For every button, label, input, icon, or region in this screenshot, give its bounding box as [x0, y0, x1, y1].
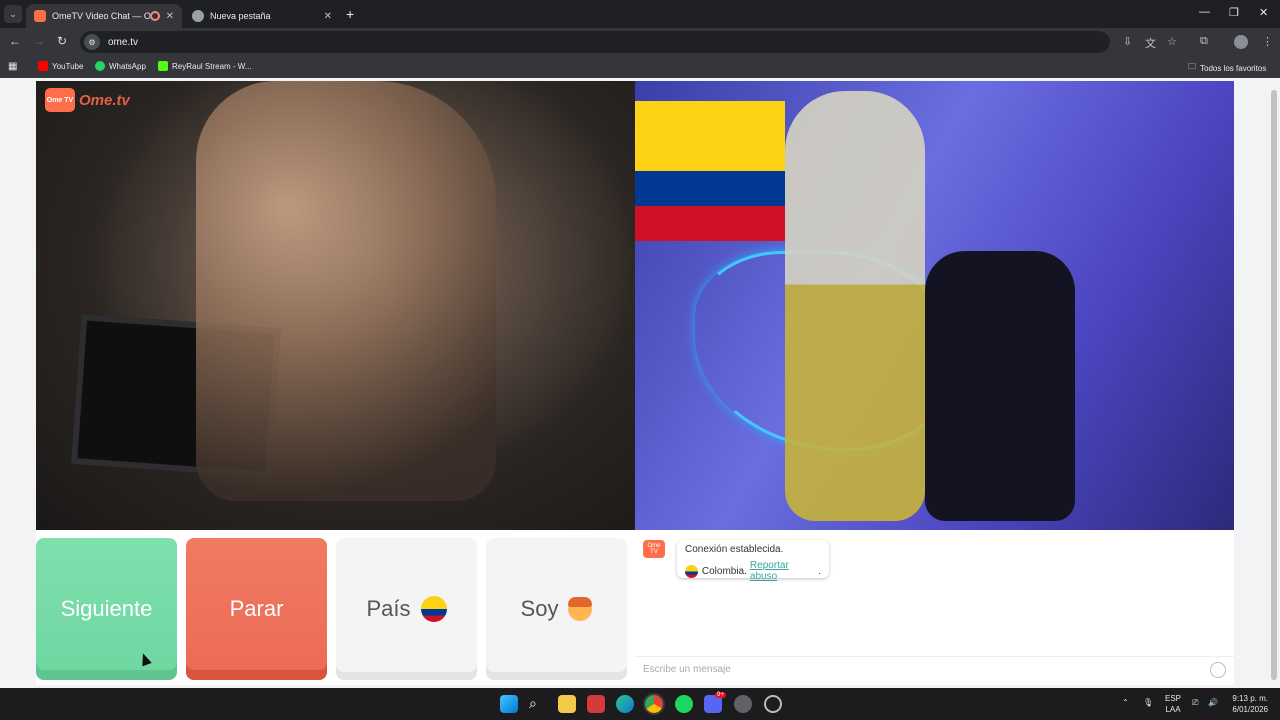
colombia-flag-icon — [685, 564, 698, 578]
tab-title: Nueva pestaña — [210, 11, 271, 21]
report-abuse-link[interactable]: Reportar abuso — [750, 560, 818, 582]
browser-toolbar: ← → ↻ ⚙ ome.tv ⇩ 文 ☆ ⧉ ⋮ — [0, 28, 1280, 56]
extensions-icon[interactable]: ⧉ — [1200, 35, 1208, 48]
translate-icon[interactable]: 文 — [1145, 35, 1156, 51]
menu-icon[interactable]: ⋮ — [1262, 35, 1273, 48]
restore-button[interactable]: ❐ — [1229, 6, 1239, 19]
lang-line2: LAA — [1165, 705, 1181, 714]
video-person — [196, 81, 496, 501]
file-explorer-icon[interactable] — [558, 695, 576, 713]
chrome-icon[interactable] — [643, 693, 665, 715]
emoji-icon[interactable] — [1210, 662, 1226, 678]
tab-title: OmeTV Video Chat — Ome — [52, 11, 150, 21]
bookmark-whatsapp[interactable]: WhatsApp — [95, 61, 146, 71]
close-tab-icon[interactable]: ✕ — [166, 11, 174, 22]
volume-icon[interactable]: 🔊 — [1208, 698, 1218, 707]
microphone-icon[interactable]: 🎙 — [1143, 698, 1153, 707]
address-bar[interactable]: ⚙ ome.tv — [80, 31, 1110, 53]
ometv-app: Ome TV Ome.tv Siguiente Parar País Soy O… — [36, 81, 1234, 685]
windows-taskbar: ⌕ 9+ ⌃ 🎙 ESP LAA ⎚ 🔊 9:13 p. m. 6/01/202… — [0, 688, 1280, 720]
video-person — [785, 91, 925, 521]
country-name: Colombia. — [701, 565, 747, 577]
country-filter-button[interactable]: País — [336, 538, 477, 680]
stop-button-label: Parar — [229, 596, 284, 621]
close-tab-icon[interactable]: ✕ — [324, 11, 332, 22]
close-window-button[interactable]: ✕ — [1259, 6, 1268, 19]
gaming-chair — [925, 251, 1075, 521]
bookmark-star-icon[interactable]: ☆ — [1167, 35, 1177, 48]
minimize-button[interactable]: — — [1199, 6, 1210, 18]
bookmark-label: ReyRaul Stream - W... — [172, 61, 252, 71]
system-message: Conexión establecida. Colombia. Reportar… — [677, 540, 829, 582]
bookmark-label: WhatsApp — [109, 61, 146, 71]
gender-button[interactable]: Soy — [486, 538, 627, 680]
page-scrollbar[interactable] — [1271, 90, 1277, 680]
message-input[interactable]: Escribe un mensaje — [635, 656, 1234, 682]
profile-avatar[interactable] — [1234, 35, 1248, 49]
tab-ometv[interactable]: OmeTV Video Chat — Ome ✕ — [26, 4, 182, 28]
edge-icon[interactable] — [616, 695, 634, 713]
tray-chevron-icon[interactable]: ⌃ — [1122, 698, 1129, 707]
new-tab-button[interactable]: + — [346, 6, 354, 22]
bookmarks-bar: ▦ YouTube WhatsApp ReyRaul Stream - W...… — [0, 56, 1280, 78]
stranger-video: Ome TV Ome.tv — [36, 81, 635, 530]
tab-new[interactable]: Nueva pestaña ✕ — [184, 4, 340, 28]
stop-button[interactable]: Parar — [186, 538, 327, 680]
message-placeholder: Escribe un mensaje — [643, 664, 731, 675]
search-icon[interactable]: ⌕ — [529, 695, 547, 713]
settings-gear-icon[interactable] — [734, 695, 752, 713]
install-app-icon[interactable]: ⇩ — [1123, 35, 1132, 48]
url-text: ome.tv — [108, 36, 139, 48]
ometv-logo-text: Ome.tv — [79, 91, 130, 109]
reload-button[interactable]: ↻ — [57, 34, 67, 48]
youtube-icon — [38, 61, 48, 71]
site-info-icon[interactable]: ⚙ — [84, 34, 100, 50]
lang-line1: ESP — [1164, 694, 1181, 703]
tab-search-button[interactable]: ⌄ — [4, 5, 22, 23]
all-bookmarks-folder[interactable]: 🗀 Todos los favoritos — [1188, 61, 1266, 75]
gender-button-label: Soy — [520, 596, 559, 621]
system-clock[interactable]: 9:13 p. m. 6/01/2026 — [1226, 693, 1268, 715]
country-button-label: País — [366, 596, 411, 621]
windows-start-icon[interactable] — [500, 695, 518, 713]
discord-badge: 9+ — [715, 692, 726, 698]
page-viewport: Ome TV Ome.tv Siguiente Parar País Soy O… — [0, 78, 1280, 688]
ometv-chat-logo: Ome TV — [643, 540, 665, 558]
ometv-logo[interactable]: Ome TV Ome.tv — [45, 88, 130, 112]
input-language[interactable]: ESP LAA — [1162, 693, 1184, 715]
steam-icon[interactable] — [764, 695, 782, 713]
globe-icon — [192, 10, 204, 22]
bookmark-label: YouTube — [52, 61, 84, 71]
chat-panel: Ome TV Conexión establecida. Colombia. R… — [635, 530, 1234, 685]
forward-button[interactable]: → — [33, 34, 45, 48]
ometv-favicon — [34, 10, 46, 22]
colombia-flag-icon — [420, 596, 447, 622]
kick-icon — [158, 61, 168, 71]
bookmark-kick[interactable]: ReyRaul Stream - W... — [158, 61, 252, 71]
clock-date: 6/01/2026 — [1232, 705, 1268, 714]
bookmark-youtube[interactable]: YouTube — [38, 61, 83, 71]
whatsapp-icon — [95, 61, 105, 71]
ometv-logo-box: Ome TV — [45, 88, 75, 112]
country-line: Colombia. Reportar abuso. — [685, 560, 821, 582]
folder-icon: 🗀 — [1188, 62, 1196, 71]
next-button-label: Siguiente — [60, 596, 153, 621]
connection-message: Conexión establecida. — [685, 544, 784, 555]
recording-icon — [149, 11, 160, 21]
report-suffix: . — [818, 565, 821, 577]
tab-strip: ⌄ OmeTV Video Chat — Ome ✕ Nueva pestaña… — [0, 0, 1280, 28]
colombia-flag-wall — [635, 101, 785, 241]
self-video — [635, 81, 1234, 530]
all-bookmarks-label: Todos los favoritos — [1200, 63, 1267, 73]
apps-grid-icon[interactable]: ▦ — [8, 61, 17, 72]
back-button[interactable]: ← — [9, 34, 21, 48]
next-button[interactable]: Siguiente — [36, 538, 177, 680]
clock-time: 9:13 p. m. — [1232, 694, 1268, 703]
app-icon[interactable] — [587, 695, 605, 713]
network-icon[interactable]: ⎚ — [1192, 698, 1198, 708]
boy-face-icon — [568, 597, 593, 621]
spotify-icon[interactable] — [675, 695, 693, 713]
